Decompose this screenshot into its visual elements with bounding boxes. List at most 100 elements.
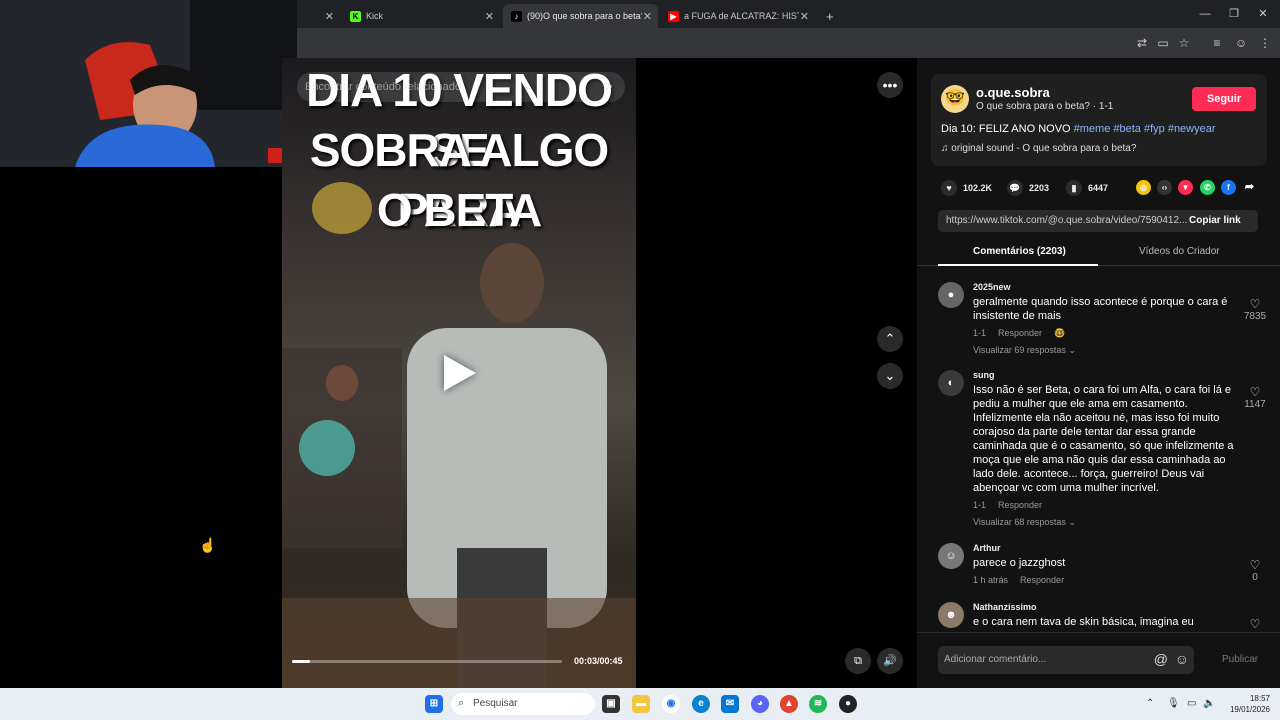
send-icon[interactable]: ▼ [1178, 180, 1193, 195]
tray-chevron-icon[interactable]: ⌃ [1146, 698, 1154, 709]
comment-like[interactable]: ♡ [1240, 617, 1268, 630]
file-explorer-icon[interactable]: ▬ [632, 695, 650, 713]
tiktok-icon: ♪ [511, 10, 522, 22]
discord-icon[interactable]: ◕ [751, 695, 769, 713]
taskbar-search[interactable]: ⌕ Pesquisar [451, 693, 595, 715]
comment-item: ● 2025new geralmente quando isso acontec… [938, 282, 1268, 362]
facebook-icon[interactable]: f [1221, 180, 1236, 195]
tab-label: (90)O que sobra para o beta? (! [527, 11, 642, 21]
tab-creator-videos[interactable]: Vídeos do Criador [1139, 246, 1220, 257]
copy-link-button[interactable]: Copiar link [1189, 215, 1241, 226]
sound-info[interactable]: ♫ original sound - O que sobra para o be… [941, 143, 1136, 154]
emoji-icon[interactable]: ☺ [1175, 651, 1189, 667]
tab-kick[interactable]: K Kick ✕ [342, 4, 500, 28]
search-icon[interactable]: ⌕ [606, 79, 613, 94]
whatsapp-icon[interactable]: ✆ [1200, 180, 1215, 195]
view-replies-label: Visualizar 69 respostas [973, 345, 1066, 355]
windows-start-icon[interactable]: ⊞ [425, 695, 443, 713]
creator-avatar[interactable]: 🤓 [941, 85, 969, 113]
post-caption: Dia 10: FELIZ ANO NOVO #meme #beta #fyp … [941, 123, 1216, 135]
edge-icon[interactable]: e [692, 695, 710, 713]
mention-icon[interactable]: @ [1154, 651, 1168, 667]
save-stat[interactable]: ▮ 6447 [1066, 180, 1108, 196]
comment-meta: 1 h atrás Responder [973, 575, 1076, 585]
heart-icon[interactable]: ♡ [1240, 558, 1270, 572]
view-replies-button[interactable]: Visualizar 69 respostas ⌄ [973, 345, 1076, 356]
reply-button[interactable]: Responder [1020, 575, 1064, 585]
comment-like[interactable]: ♡ 0 [1240, 558, 1270, 583]
comment-icon[interactable]: 💬 [1007, 180, 1023, 196]
tab-youtube[interactable]: ▶ a FUGA de ALCATRAZ: HISTÓRI ✕ [660, 4, 815, 28]
avatar[interactable]: ◐ [938, 370, 964, 396]
mail-icon[interactable]: ✉ [721, 695, 739, 713]
hashtags[interactable]: #meme #beta #fyp #newyear [1074, 123, 1216, 135]
tab-comments[interactable]: Comentários (2203) [973, 246, 1066, 257]
progress-fill [292, 660, 311, 663]
creator-username[interactable]: o.que.sobra [976, 85, 1050, 100]
heart-icon[interactable]: ♥ [941, 180, 957, 196]
picture-in-picture-icon[interactable]: ⧉ [845, 648, 871, 674]
comment-username[interactable]: sung [973, 370, 995, 380]
reply-button[interactable]: Responder [998, 328, 1042, 338]
progress-bar[interactable] [292, 660, 562, 663]
video-title-line-3: O BETA [376, 184, 542, 236]
comment-like[interactable]: ♡ 7835 [1240, 297, 1270, 322]
close-window-icon[interactable]: ✕ [1253, 6, 1273, 22]
like-stat[interactable]: ♥ 102.2K [941, 180, 992, 196]
cast-icon[interactable]: ▭ [1155, 35, 1171, 51]
translate-icon[interactable]: ⇄ [1134, 35, 1150, 51]
speaker-icon[interactable]: 🔈 [1203, 698, 1215, 709]
reading-list-icon[interactable]: ≡ [1209, 35, 1225, 51]
add-comment-placeholder: Adicionar comentário... [944, 654, 1047, 665]
heart-icon[interactable]: ♡ [1240, 617, 1268, 630]
comment-username[interactable]: Nathanzíssimo [973, 602, 1037, 612]
comment-stat[interactable]: 💬 2203 [1007, 180, 1049, 196]
like-count: 102.2K [963, 183, 993, 193]
previous-video-icon[interactable]: ⌃ [877, 326, 903, 352]
heart-icon[interactable]: ♡ [1240, 297, 1270, 311]
next-video-icon[interactable]: ⌄ [877, 363, 903, 389]
chrome-icon[interactable]: ◉ [662, 695, 680, 713]
comment-username[interactable]: 2025new [973, 282, 1011, 292]
brave-icon[interactable]: ▲ [780, 695, 798, 713]
minimize-icon[interactable]: — [1195, 6, 1215, 22]
app-icon[interactable]: ● [839, 695, 857, 713]
comment-like[interactable]: ♡ 1147 [1240, 385, 1270, 410]
heart-icon[interactable]: ♡ [1240, 385, 1270, 399]
close-icon[interactable]: ✕ [800, 10, 809, 23]
network-icon[interactable]: ▭ [1187, 698, 1196, 709]
avatar[interactable]: ☺ [938, 543, 964, 569]
comment-username[interactable]: Arthur [973, 543, 1001, 553]
bookmark-icon[interactable]: ▮ [1066, 180, 1082, 196]
restore-icon[interactable]: ❐ [1224, 6, 1244, 22]
task-view-icon[interactable]: ▣ [602, 695, 620, 713]
menu-icon[interactable]: ⋮ [1257, 35, 1273, 51]
profile-icon[interactable]: ☺ [1233, 35, 1249, 51]
coin-icon[interactable]: ◎ [1136, 180, 1151, 195]
bookmark-star-icon[interactable]: ☆ [1176, 35, 1192, 51]
more-options-icon[interactable]: ••• [877, 72, 903, 98]
avatar[interactable]: ● [938, 282, 964, 308]
volume-icon[interactable]: 🔊 [877, 648, 903, 674]
microphone-icon[interactable]: 🎙 [1167, 698, 1180, 709]
avatar[interactable]: ☻ [938, 602, 964, 628]
close-icon[interactable]: ✕ [325, 10, 334, 23]
share-icon[interactable]: ➦ [1242, 180, 1257, 195]
new-tab-button[interactable]: + [818, 4, 838, 28]
play-icon[interactable] [444, 355, 476, 391]
view-replies-button[interactable]: Visualizar 68 respostas ⌄ [973, 517, 1076, 528]
clock[interactable]: 18:57 19/01/2026 [1226, 693, 1270, 715]
tab-tiktok[interactable]: ♪ (90)O que sobra para o beta? (! ✕ [503, 4, 658, 28]
close-icon[interactable]: ✕ [643, 10, 652, 23]
reply-button[interactable]: Responder [998, 500, 1042, 510]
spotify-icon[interactable]: ≋ [809, 695, 827, 713]
related-search-input[interactable]: Encontrar conteúdo relacionado ⌕ [297, 72, 625, 102]
tab-close-partial[interactable]: ✕ [300, 4, 340, 28]
publish-button[interactable]: Publicar [1222, 654, 1258, 665]
follow-button[interactable]: Seguir [1192, 87, 1256, 111]
comment-count: 2203 [1029, 183, 1050, 193]
save-count: 6447 [1088, 183, 1109, 193]
close-icon[interactable]: ✕ [485, 10, 494, 23]
embed-icon[interactable]: ‹› [1157, 180, 1172, 195]
add-comment-input[interactable]: Adicionar comentário... @ ☺ [938, 646, 1194, 674]
